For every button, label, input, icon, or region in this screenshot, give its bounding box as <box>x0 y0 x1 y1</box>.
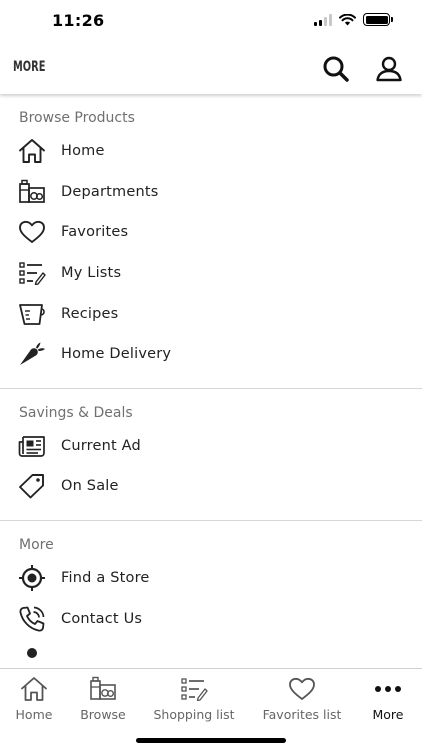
partial-icon <box>18 645 46 668</box>
menu-item-departments[interactable]: Departments <box>0 172 422 213</box>
page-title: MORE <box>13 59 46 75</box>
menu-item-label: Home <box>61 143 105 160</box>
tab-browse[interactable]: Browse <box>76 675 130 722</box>
measuring-cup-icon <box>18 300 46 328</box>
menu-item-label: Departments <box>61 183 159 200</box>
menu-item-favorites[interactable]: Favorites <box>0 212 422 253</box>
menu-list: Browse Products Home Departments Favorit… <box>0 94 422 668</box>
menu-item-partial[interactable] <box>0 639 422 668</box>
tag-icon <box>18 472 46 500</box>
section-title: Savings & Deals <box>19 404 133 421</box>
tab-favorites-list[interactable]: Favorites list <box>258 675 346 722</box>
carrot-icon <box>18 340 46 368</box>
menu-item-label: Find a Store <box>61 570 150 587</box>
heart-icon <box>288 675 316 703</box>
menu-item-my-lists[interactable]: My Lists <box>0 253 422 294</box>
menu-item-label: My Lists <box>61 265 122 282</box>
section-more: More Find a Store Contact Us <box>0 521 422 668</box>
menu-item-current-ad[interactable]: Current Ad <box>0 426 422 467</box>
tab-shopping-list[interactable]: Shopping list <box>148 675 240 722</box>
search-icon <box>323 56 349 82</box>
menu-item-label: Recipes <box>61 305 119 322</box>
menu-item-label: Contact Us <box>61 610 143 627</box>
section-title: More <box>19 536 54 553</box>
search-button[interactable] <box>319 52 353 86</box>
menu-item-recipes[interactable]: Recipes <box>0 293 422 334</box>
tab-more[interactable]: More <box>368 675 408 722</box>
menu-item-contact-us[interactable]: Contact Us <box>0 598 422 639</box>
menu-item-on-sale[interactable]: On Sale <box>0 466 422 507</box>
home-icon <box>18 137 46 165</box>
menu-item-find-a-store[interactable]: Find a Store <box>0 558 422 599</box>
menu-item-label: Home Delivery <box>61 346 172 363</box>
status-time: 11:26 <box>52 11 105 30</box>
menu-item-label: On Sale <box>61 478 119 495</box>
account-button[interactable] <box>372 52 406 86</box>
menu-item-label: Favorites <box>61 224 129 241</box>
tab-label: Favorites list <box>262 707 342 722</box>
wifi-icon <box>339 13 356 25</box>
tab-label: Home <box>15 707 53 722</box>
home-icon <box>20 675 48 703</box>
phone-icon <box>18 605 46 633</box>
tab-label: Browse <box>80 707 126 722</box>
menu-item-home[interactable]: Home <box>0 131 422 172</box>
tab-label: Shopping list <box>153 707 235 722</box>
user-icon <box>376 56 402 82</box>
menu-item-home-delivery[interactable]: Home Delivery <box>0 334 422 375</box>
app-header: MORE <box>0 44 422 94</box>
grocery-icon <box>18 178 46 206</box>
menu-item-label: Current Ad <box>61 437 141 454</box>
list-icon <box>180 675 208 703</box>
section-browse-products: Browse Products Home Departments Favorit… <box>0 94 422 389</box>
newspaper-icon <box>18 432 46 460</box>
more-dots-icon <box>373 675 403 703</box>
heart-icon <box>18 218 46 246</box>
battery-icon <box>363 13 393 26</box>
location-icon <box>18 564 46 592</box>
list-icon <box>18 259 46 287</box>
status-bar: 11:26 <box>0 0 422 44</box>
home-indicator <box>136 738 286 743</box>
status-icons <box>314 13 393 26</box>
section-savings-deals: Savings & Deals Current Ad On Sale <box>0 389 422 521</box>
signal-icon <box>314 13 332 26</box>
tab-label: More <box>372 707 404 722</box>
tab-home[interactable]: Home <box>12 675 56 722</box>
section-title: Browse Products <box>19 110 135 126</box>
grocery-icon <box>89 675 117 703</box>
